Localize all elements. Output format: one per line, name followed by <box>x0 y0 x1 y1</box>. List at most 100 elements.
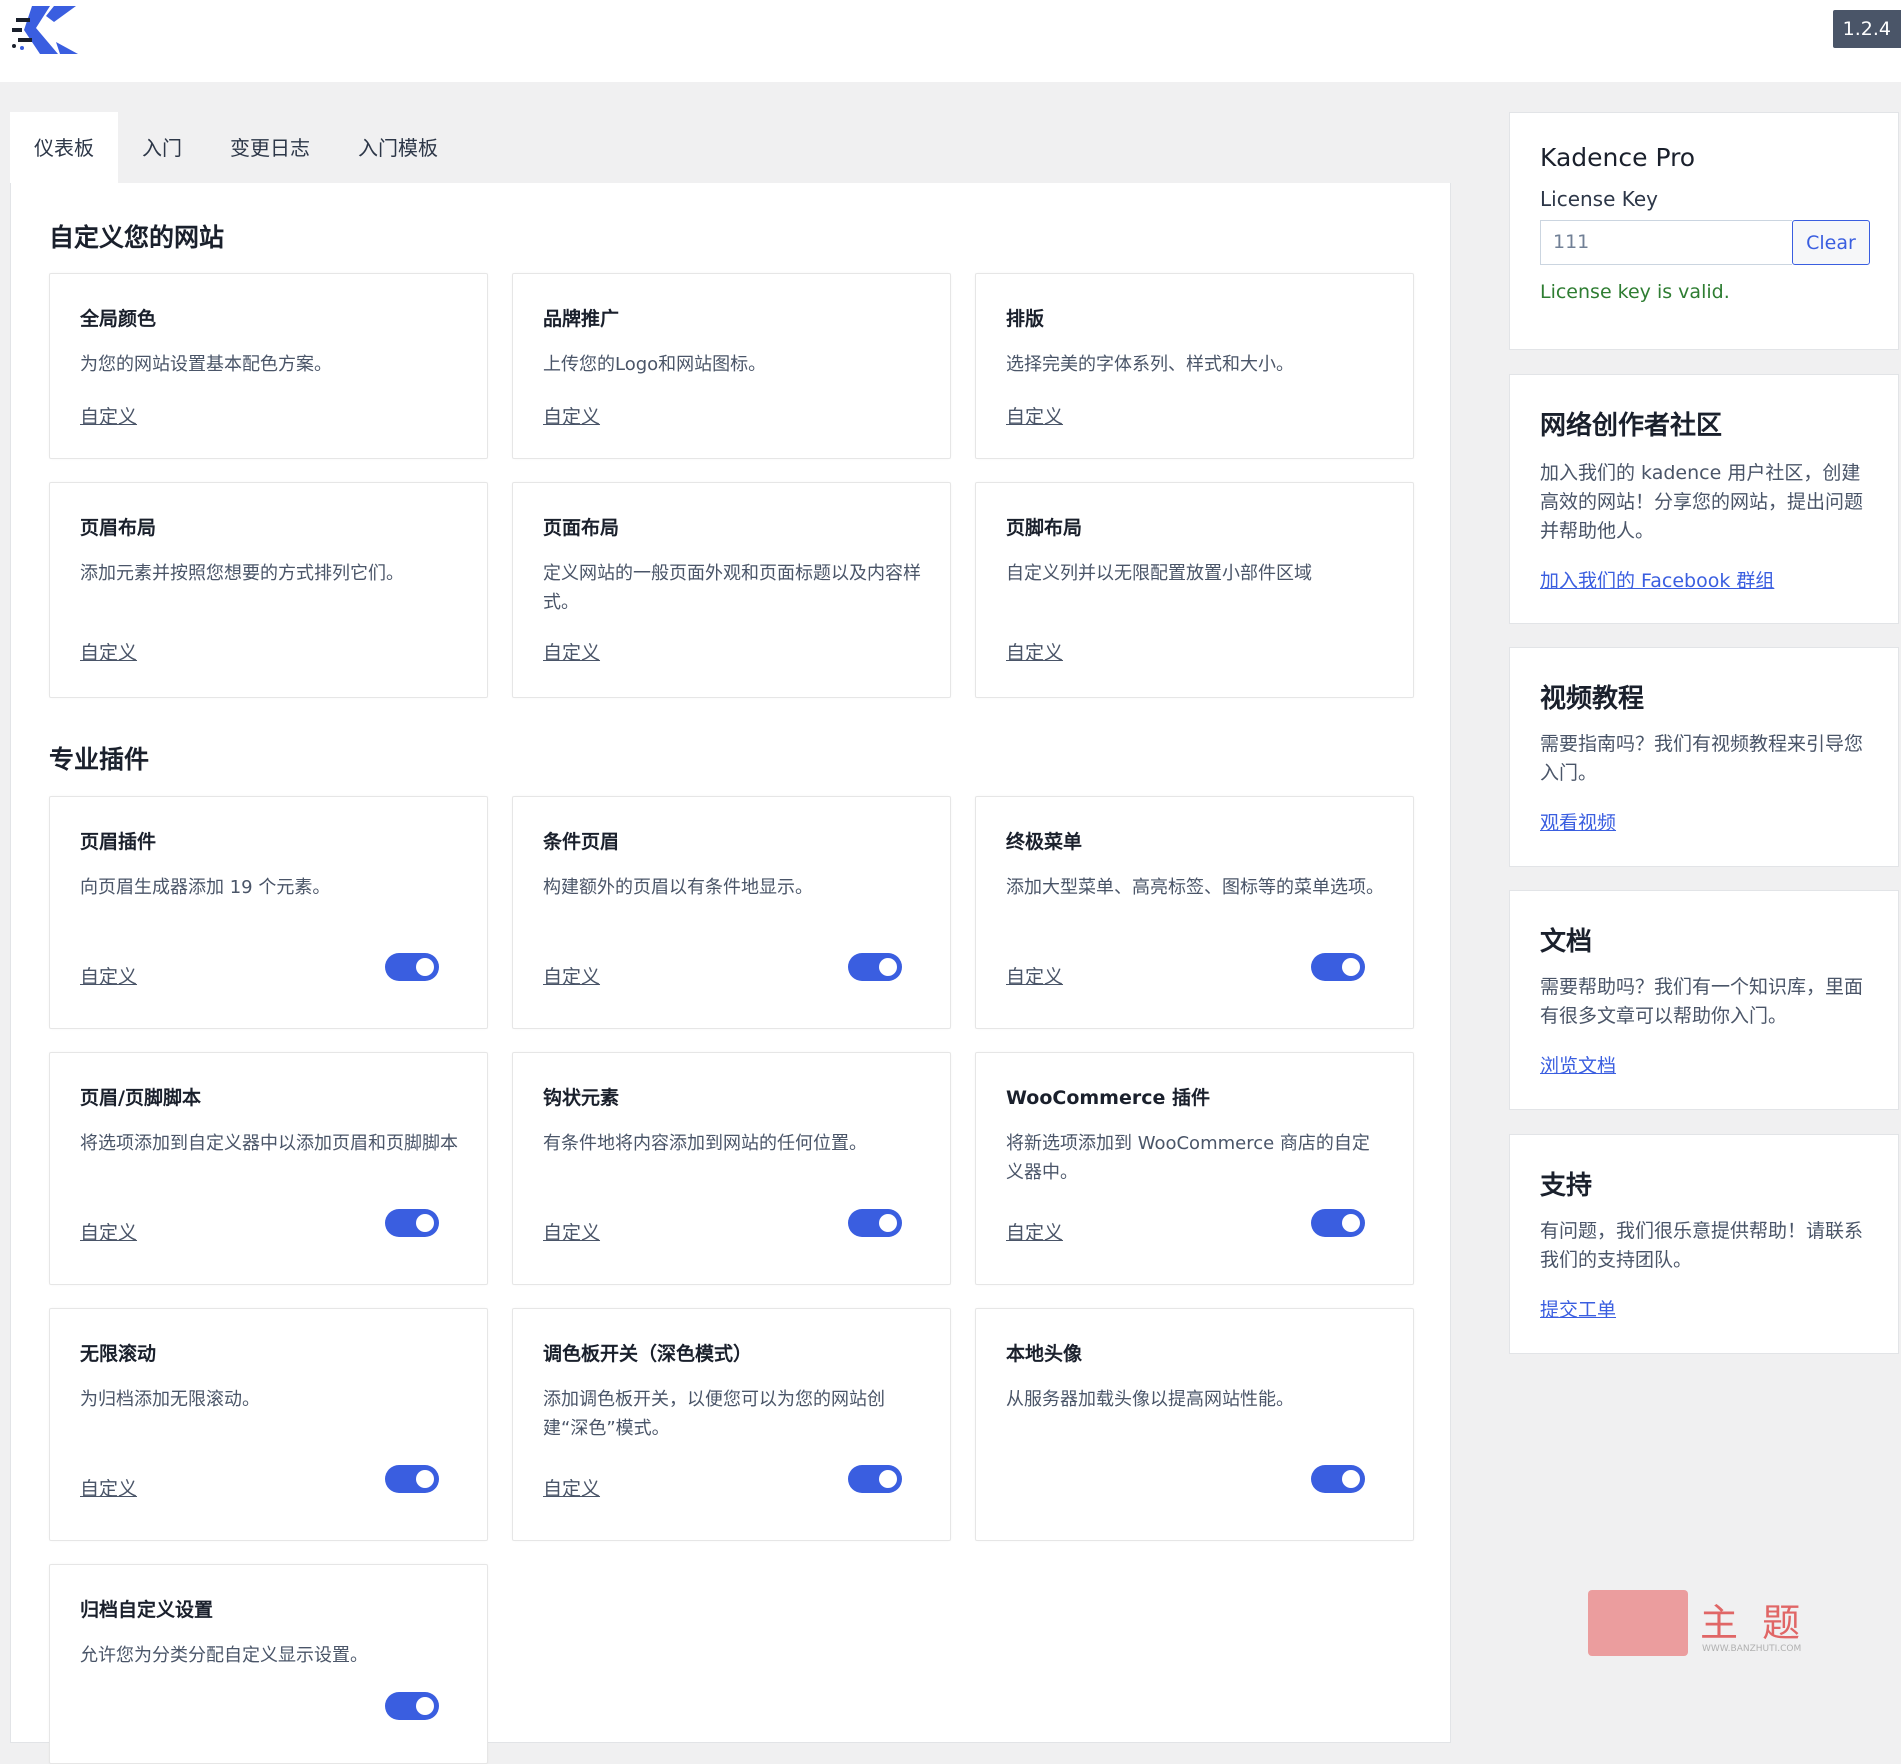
card-title: 条件页眉 <box>543 831 620 853</box>
customize-link[interactable]: 自定义 <box>1006 1218 1063 1245</box>
card-woocommerce-addon: WooCommerce 插件 将新选项添加到 WooCommerce 商店的自定… <box>975 1052 1414 1285</box>
customize-link[interactable]: 自定义 <box>1006 638 1063 665</box>
addon-toggle[interactable] <box>1311 1465 1365 1493</box>
watch-video-link[interactable]: 观看视频 <box>1540 808 1616 835</box>
watermark-url: WWW.BANZHUTI.COM <box>1702 1644 1802 1654</box>
customize-link[interactable]: 自定义 <box>80 1218 137 1245</box>
license-key-input[interactable]: 111 <box>1540 220 1792 265</box>
card-desc: 添加调色板开关，以便您可以为您的网站创建“深色”模式。 <box>543 1389 885 1439</box>
card-hooked-elements: 钩状元素 有条件地将内容添加到网站的任何位置。 自定义 <box>512 1052 951 1285</box>
customize-link[interactable]: 自定义 <box>543 1218 600 1245</box>
clear-license-button[interactable]: Clear <box>1792 220 1870 265</box>
toggle-knob <box>879 958 897 976</box>
card-desc: 自定义列并以无限配置放置小部件区域 <box>1006 563 1312 584</box>
card-desc: 构建额外的页眉以有条件地显示。 <box>543 877 813 898</box>
support-desc: 有问题，我们很乐意提供帮助！请联系我们的支持团队。 <box>1540 1220 1864 1271</box>
card-title: 页眉/页脚脚本 <box>80 1087 201 1109</box>
video-tutorials-title: 视频教程 <box>1540 684 1645 714</box>
card-title: 终极菜单 <box>1006 831 1083 853</box>
card-header-addon: 页眉插件 向页眉生成器添加 19 个元素。 自定义 <box>49 796 488 1029</box>
card-title: 本地头像 <box>1006 1343 1083 1365</box>
documentation-title: 文档 <box>1540 927 1593 957</box>
toggle-knob <box>416 1697 434 1715</box>
card-header-layout: 页眉布局 添加元素并按照您想要的方式排列它们。 自定义 <box>49 482 488 698</box>
customize-link[interactable]: 自定义 <box>80 638 137 665</box>
card-desc: 定义网站的一般页面外观和页面标题以及内容样式。 <box>543 563 921 613</box>
card-desc: 将选项添加到自定义器中以添加页眉和页脚脚本 <box>80 1133 458 1154</box>
license-product-title: Kadence Pro <box>1540 143 1696 172</box>
card-desc: 选择完美的字体系列、样式和大小。 <box>1006 354 1294 375</box>
toggle-knob <box>1342 1214 1360 1232</box>
section-title-customize: 自定义您的网站 <box>49 223 225 252</box>
toggle-knob <box>1342 1470 1360 1488</box>
addon-toggle[interactable] <box>385 1692 439 1720</box>
card-title: 全局颜色 <box>80 308 157 330</box>
card-title: 排版 <box>1006 308 1045 330</box>
addon-toggle[interactable] <box>848 1465 902 1493</box>
watermark-text: 主 题 <box>1700 1601 1807 1645</box>
main-panel: 自定义您的网站 全局颜色 为您的网站设置基本配色方案。 自定义 品牌推广 上传您… <box>10 183 1451 1764</box>
toggle-knob <box>416 958 434 976</box>
tab-getting-started[interactable]: 入门 <box>118 112 206 184</box>
card-ultimate-menu: 终极菜单 添加大型菜单、高亮标签、图标等的菜单选项。 自定义 <box>975 796 1414 1029</box>
card-desc: 将新选项添加到 WooCommerce 商店的自定义器中。 <box>1006 1133 1370 1183</box>
browse-docs-link[interactable]: 浏览文档 <box>1540 1051 1616 1078</box>
watermark: 主 题 WWW.BANZHUTI.COM <box>1588 1590 1818 1662</box>
card-title: 页面布局 <box>543 517 620 539</box>
dashboard-tabs: 仪表板 入门 变更日志 入门模板 <box>10 112 462 184</box>
top-bar: 1.2.4 <box>0 0 1901 82</box>
card-infinite-scroll: 无限滚动 为归档添加无限滚动。 自定义 <box>49 1308 488 1541</box>
card-header-footer-scripts: 页眉/页脚脚本 将选项添加到自定义器中以添加页眉和页脚脚本 自定义 <box>49 1052 488 1285</box>
addon-toggle[interactable] <box>1311 1209 1365 1237</box>
addon-toggle[interactable] <box>385 1465 439 1493</box>
documentation-desc: 需要帮助吗？我们有一个知识库，里面有很多文章可以帮助你入门。 <box>1540 976 1864 1027</box>
customize-link[interactable]: 自定义 <box>80 962 137 989</box>
addon-toggle[interactable] <box>385 1209 439 1237</box>
card-global-colors: 全局颜色 为您的网站设置基本配色方案。 自定义 <box>49 273 488 459</box>
addon-toggle[interactable] <box>1311 953 1365 981</box>
kadence-logo-icon[interactable] <box>10 2 82 58</box>
card-title: WooCommerce 插件 <box>1006 1087 1210 1109</box>
addon-toggle[interactable] <box>385 953 439 981</box>
customize-link[interactable]: 自定义 <box>80 402 137 429</box>
video-tutorials-box: 视频教程 需要指南吗？我们有视频教程来引导您入门。 观看视频 <box>1509 647 1899 867</box>
customize-link[interactable]: 自定义 <box>80 1474 137 1501</box>
documentation-box: 文档 需要帮助吗？我们有一个知识库，里面有很多文章可以帮助你入门。 浏览文档 <box>1509 890 1899 1110</box>
support-title: 支持 <box>1540 1171 1593 1201</box>
card-title: 归档自定义设置 <box>80 1599 214 1621</box>
support-box: 支持 有问题，我们很乐意提供帮助！请联系我们的支持团队。 提交工单 <box>1509 1134 1899 1354</box>
card-archive-custom-meta: 归档自定义设置 允许您为分类分配自定义显示设置。 <box>49 1564 488 1764</box>
submit-ticket-link[interactable]: 提交工单 <box>1540 1295 1616 1322</box>
card-conditional-header: 条件页眉 构建额外的页眉以有条件地显示。 自定义 <box>512 796 951 1029</box>
toggle-knob <box>879 1470 897 1488</box>
addon-toggle[interactable] <box>848 953 902 981</box>
customize-link[interactable]: 自定义 <box>543 1474 600 1501</box>
card-title: 调色板开关（深色模式） <box>543 1343 753 1365</box>
card-desc: 为您的网站设置基本配色方案。 <box>80 354 332 375</box>
toggle-knob <box>1342 958 1360 976</box>
card-desc: 添加元素并按照您想要的方式排列它们。 <box>80 563 404 584</box>
license-key-label: License Key <box>1540 187 1659 211</box>
customize-link[interactable]: 自定义 <box>543 962 600 989</box>
addon-toggle[interactable] <box>848 1209 902 1237</box>
customize-link[interactable]: 自定义 <box>1006 402 1063 429</box>
video-tutorials-desc: 需要指南吗？我们有视频教程来引导您入门。 <box>1540 733 1864 784</box>
customize-link[interactable]: 自定义 <box>1006 962 1063 989</box>
card-desc: 向页眉生成器添加 19 个元素。 <box>80 877 331 898</box>
customize-link[interactable]: 自定义 <box>543 638 600 665</box>
section-title-pro-addons: 专业插件 <box>49 745 150 774</box>
tab-dashboard[interactable]: 仪表板 <box>10 112 118 184</box>
community-title: 网络创作者社区 <box>1540 411 1723 441</box>
card-local-gravatars: 本地头像 从服务器加载头像以提高网站性能。 <box>975 1308 1414 1541</box>
license-box: Kadence Pro License Key 111 Clear Licens… <box>1509 112 1899 350</box>
card-color-palette-switch: 调色板开关（深色模式） 添加调色板开关，以便您可以为您的网站创建“深色”模式。 … <box>512 1308 951 1541</box>
customize-link[interactable]: 自定义 <box>543 402 600 429</box>
facebook-group-link[interactable]: 加入我们的 Facebook 群组 <box>1540 566 1774 593</box>
card-desc: 添加大型菜单、高亮标签、图标等的菜单选项。 <box>1006 877 1384 898</box>
card-desc: 为归档添加无限滚动。 <box>80 1389 260 1410</box>
tab-starter-templates[interactable]: 入门模板 <box>334 112 462 184</box>
tab-changelog[interactable]: 变更日志 <box>206 112 334 184</box>
card-title: 页眉插件 <box>80 831 157 853</box>
license-status-text: License key is valid. <box>1540 281 1730 303</box>
card-title: 品牌推广 <box>543 308 620 330</box>
